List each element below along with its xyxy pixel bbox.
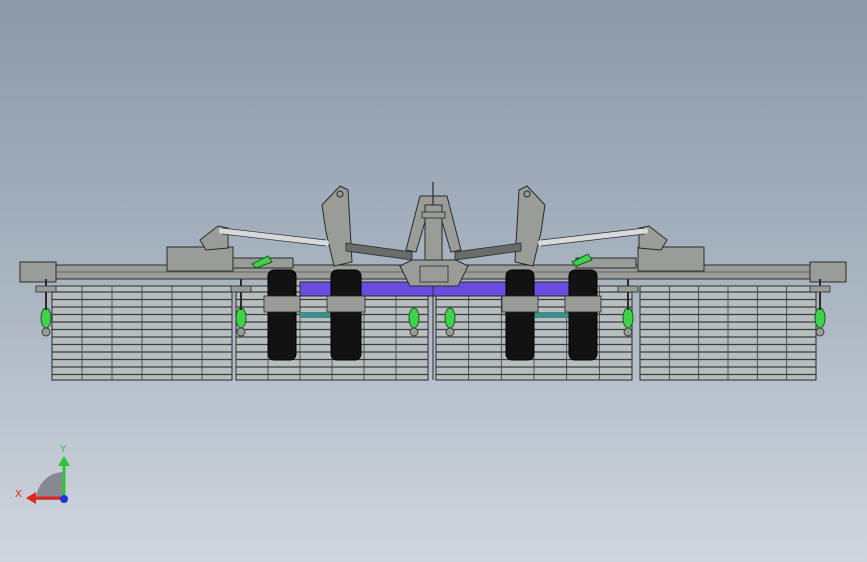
roller-basket-far-left	[51, 285, 233, 381]
pivot-pin	[409, 327, 419, 337]
triad-y-arrowhead	[58, 456, 70, 466]
hanger-plate	[35, 285, 57, 293]
triad-x-label: X	[15, 489, 22, 500]
green-bushing	[408, 307, 420, 329]
teal-bracket-right	[532, 312, 572, 318]
hanger-plate	[230, 285, 252, 293]
pivot-pin	[445, 327, 455, 337]
right-lift-arm	[514, 185, 546, 267]
wheel-hub	[501, 295, 539, 313]
left-hydraulic-cylinder	[199, 225, 329, 251]
green-bushing	[235, 307, 247, 329]
tire	[505, 269, 535, 361]
triad-x-arrowhead	[26, 492, 36, 504]
triad-base-quadrant	[36, 472, 64, 500]
hanger-plate	[617, 285, 639, 293]
pivot-pin	[623, 327, 633, 337]
pivot-pin	[236, 327, 246, 337]
left-lift-arm	[321, 185, 353, 267]
wheel-hub	[263, 295, 301, 313]
tire	[267, 269, 297, 361]
hanger-plate	[809, 285, 831, 293]
triad-z-axis	[60, 495, 68, 503]
wheel-hub	[326, 295, 366, 313]
tire	[330, 269, 362, 361]
wheel-hub	[564, 295, 602, 313]
green-bushing	[444, 307, 456, 329]
green-bushing	[622, 307, 634, 329]
cad-viewport[interactable]: Y X	[0, 0, 867, 562]
coordinate-triad: Y X	[15, 444, 70, 504]
triad-y-label: Y	[59, 444, 67, 455]
tire	[568, 269, 598, 361]
roller-basket-far-right	[639, 285, 817, 381]
pivot-pin	[41, 327, 51, 337]
model-view[interactable]: Y X	[0, 0, 867, 562]
green-bushing	[814, 307, 826, 329]
pivot-pin	[815, 327, 825, 337]
green-bushing	[40, 307, 52, 329]
right-hydraulic-cylinder	[538, 225, 668, 251]
right-wing-box	[637, 246, 705, 272]
left-wing-box	[166, 246, 234, 272]
